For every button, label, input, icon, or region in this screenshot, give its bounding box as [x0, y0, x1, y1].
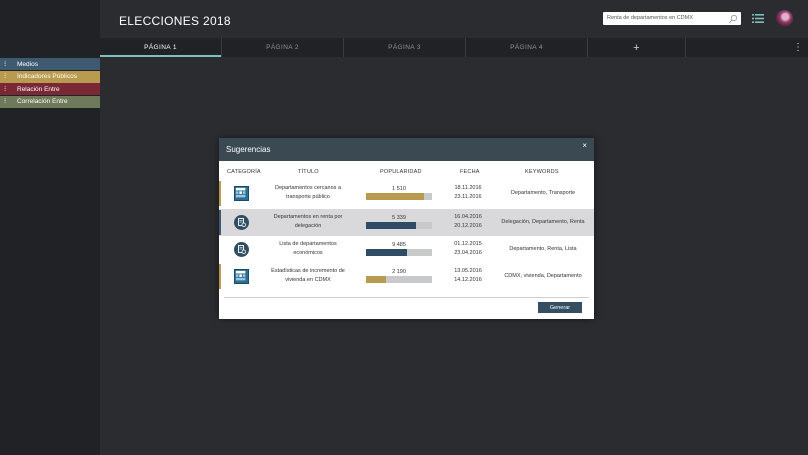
- search-box[interactable]: Renta de departamentos en CDMX: [603, 12, 741, 25]
- row-keywords: Departamento, Transporte: [510, 190, 576, 196]
- table-row[interactable]: Departamentos en renta por delegación 5 3…: [219, 209, 594, 236]
- dialog-title: Sugerencias: [226, 145, 271, 154]
- suggestions-dialog: Sugerencias × CATEGORÍA TÍTULO POPULARID…: [219, 138, 594, 319]
- row-title: Departamentos en renta por delegación: [273, 214, 343, 229]
- sidebar-item-relacion-entre[interactable]: ⁝ Relación Entre: [0, 83, 100, 96]
- sidebar-item-medios[interactable]: ⁝ Medios: [0, 58, 100, 70]
- search-input[interactable]: Renta de departamentos en CDMX: [607, 15, 693, 21]
- row-category-stripe: [219, 264, 221, 289]
- list-icon[interactable]: [752, 13, 764, 24]
- row-keywords: Delegación, Departamento, Renta: [501, 219, 585, 225]
- popularity-bar-fill: [366, 222, 416, 229]
- drag-handle-icon[interactable]: ⁝: [4, 61, 12, 68]
- sidebar-item-label: Medios: [17, 60, 38, 68]
- sidebar-item-indicadores-publicos[interactable]: ⁝ Indicadores Públicos: [0, 70, 100, 83]
- end-date: 20.12.2016: [454, 223, 482, 229]
- row-category-stripe: [219, 210, 221, 235]
- sidebar-item-label: Correlación Entre: [17, 98, 68, 106]
- sidebar-item-correlacion-entre[interactable]: ⁝ Correlación Entre: [0, 95, 100, 108]
- start-date: 01.12.2015: [454, 241, 482, 247]
- drag-handle-icon[interactable]: ⁝: [4, 73, 12, 80]
- end-date: 23.11.2016: [454, 194, 482, 200]
- left-panel: ⁝ Medios ⁝ Indicadores Públicos ⁝ Relaci…: [0, 0, 100, 455]
- add-tab-button[interactable]: +: [588, 38, 686, 57]
- popularity-bar-fill: [366, 249, 407, 256]
- start-date: 13.05.2016: [454, 268, 482, 274]
- tab-pagina-3[interactable]: PÁGINA 3: [344, 38, 466, 57]
- end-date: 14.12.2016: [454, 277, 482, 283]
- close-icon[interactable]: ×: [582, 141, 587, 150]
- column-header-keywords: KEYWORDS: [525, 169, 559, 175]
- sidebar: ⁝ Medios ⁝ Indicadores Públicos ⁝ Relaci…: [0, 58, 100, 108]
- inegi-logo-icon: [234, 269, 249, 284]
- column-header-titulo: TÍTULO: [298, 169, 319, 175]
- inegi-logo-icon: [234, 186, 249, 201]
- tab-pagina-1[interactable]: PÁGINA 1: [100, 38, 222, 57]
- row-dates: 18.11.2016 23.11.2016: [444, 184, 492, 202]
- row-keywords: CDMX, vivienda, Departamento: [504, 273, 582, 279]
- more-options-icon[interactable]: ⋮: [788, 38, 808, 57]
- popularity-bar: [366, 222, 432, 229]
- table-row[interactable]: Departamentos cercanos a transporte públ…: [219, 180, 594, 207]
- column-header-popularidad: POPULARIDAD: [380, 169, 422, 175]
- row-title: Departamentos cercanos a transporte públ…: [274, 185, 342, 200]
- drag-handle-icon[interactable]: ⁝: [4, 98, 12, 105]
- app-title: ELECCIONES 2018: [119, 14, 231, 28]
- start-date: 16.04.2016: [454, 214, 482, 220]
- document-circle-icon: [234, 215, 249, 230]
- dialog-header: Sugerencias ×: [219, 138, 594, 161]
- tab-bar: PÁGINA 1 PÁGINA 2 PÁGINA 3 PÁGINA 4 + ⋮: [100, 38, 808, 57]
- popularity-bar: [366, 249, 432, 256]
- row-keywords: Departamento, Renta, Lista: [509, 246, 577, 252]
- popularity-bar: [366, 276, 432, 283]
- tab-pagina-2[interactable]: PÁGINA 2: [222, 38, 344, 57]
- row-title: Lista de departamentos económicos: [279, 241, 337, 256]
- row-dates: 13.05.2016 14.12.2016: [444, 267, 492, 285]
- document-circle-icon: [234, 242, 249, 257]
- divider: [224, 297, 589, 298]
- generate-button[interactable]: Generar: [538, 302, 582, 313]
- row-dates: 01.12.2015 23.04.2016: [444, 240, 492, 258]
- row-title: Estadísticas de incremento de vivienda e…: [271, 268, 345, 283]
- drag-handle-icon[interactable]: ⁝: [4, 86, 12, 93]
- sidebar-item-label: Relación Entre: [17, 85, 60, 93]
- column-header-fecha: FECHA: [460, 169, 480, 175]
- search-icon[interactable]: [728, 14, 738, 24]
- table-row[interactable]: Lista de departamentos económicos 9 485 01…: [219, 236, 594, 263]
- tab-spacer: [686, 38, 788, 57]
- tab-pagina-4[interactable]: PÁGINA 4: [466, 38, 588, 57]
- start-date: 18.11.2016: [454, 185, 482, 191]
- sidebar-item-label: Indicadores Públicos: [17, 73, 77, 81]
- popularity-bar-fill: [366, 276, 386, 283]
- row-category-stripe: [219, 181, 221, 206]
- popularity-bar: [366, 193, 432, 200]
- row-dates: 16.04.2016 20.12.2016: [444, 213, 492, 231]
- avatar[interactable]: [776, 10, 793, 27]
- column-header-categoria: CATEGORÍA: [227, 169, 261, 175]
- end-date: 23.04.2016: [454, 250, 482, 256]
- popularity-bar-fill: [366, 193, 425, 200]
- header: ELECCIONES 2018 Renta de departamentos e…: [100, 0, 808, 38]
- table-header: CATEGORÍA TÍTULO POPULARIDAD FECHA KEYWO…: [219, 163, 594, 178]
- table-row[interactable]: Estadísticas de incremento de vivienda e…: [219, 263, 594, 290]
